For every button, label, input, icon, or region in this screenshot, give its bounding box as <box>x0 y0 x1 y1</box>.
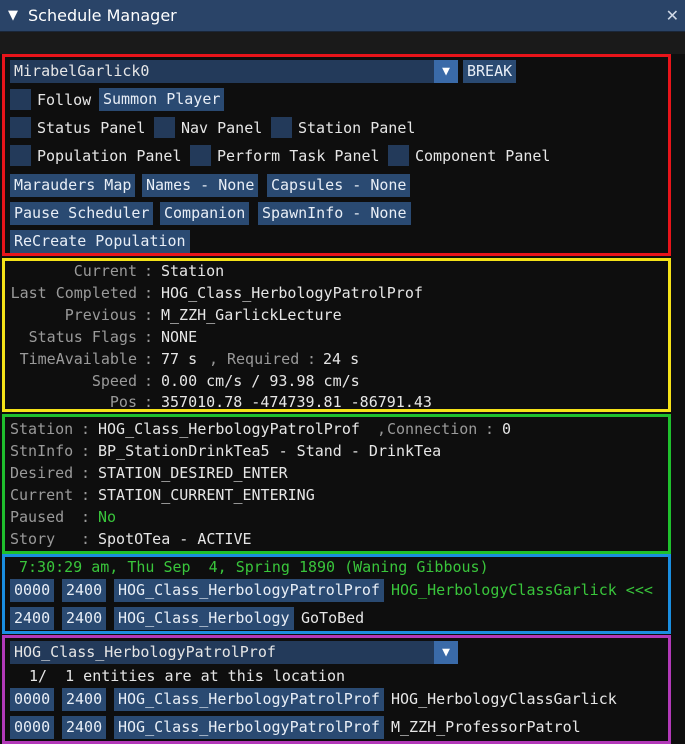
schedule-station-button[interactable]: HOG_Class_Herbology <box>114 607 294 630</box>
schedule-start-button[interactable]: 2400 <box>10 607 55 630</box>
collapse-arrow-icon[interactable]: ▼ <box>8 8 22 23</box>
paused-label: Paused <box>10 508 65 526</box>
location-end-button[interactable]: 2400 <box>62 716 107 739</box>
break-button[interactable]: BREAK <box>463 60 517 83</box>
component-panel-label: Component Panel <box>415 147 551 165</box>
status-label: Pos <box>109 393 137 411</box>
time-available-value: 77 s <box>161 350 198 368</box>
status-value: 0.00 cm/s / 93.98 cm/s <box>161 372 360 390</box>
names-button[interactable]: Names - None <box>142 174 259 197</box>
summon-player-button[interactable]: Summon Player <box>99 88 225 111</box>
status-label: Speed <box>91 372 137 390</box>
desired-value: STATION_DESIRED_ENTER <box>98 464 288 482</box>
datetime-text: 7:30:29 am, Thu Sep 4, Spring 1890 (Wani… <box>19 558 489 576</box>
location-select-value: HOG_Class_HerbologyPatrolProf <box>14 643 276 661</box>
capsules-button[interactable]: Capsules - None <box>267 174 411 197</box>
status-value: HOG_Class_HerbologyPatrolProf <box>161 284 423 302</box>
menu-strip <box>0 32 685 54</box>
schedule-start-button[interactable]: 0000 <box>10 579 55 602</box>
station-panel-label: Station Panel <box>298 119 416 137</box>
location-end-button[interactable]: 2400 <box>62 688 107 711</box>
current-label: Current <box>10 486 74 504</box>
chevron-down-icon[interactable]: ▼ <box>434 60 458 83</box>
stninfo-label: StnInfo <box>10 442 74 460</box>
required-label: Required <box>227 350 300 368</box>
schedule-section: 7:30:29 am, Thu Sep 4, Spring 1890 (Wani… <box>2 554 671 634</box>
story-label: Story <box>10 530 56 548</box>
location-station-button[interactable]: HOG_Class_HerbologyPatrolProf <box>114 716 384 739</box>
perform-task-panel-checkbox[interactable] <box>190 145 211 166</box>
nav-panel-label: Nav Panel <box>181 119 263 137</box>
location-start-button[interactable]: 0000 <box>10 688 55 711</box>
status-label: TimeAvailable <box>19 350 137 368</box>
status-label: Previous <box>64 306 137 324</box>
chevron-down-icon[interactable]: ▼ <box>434 641 458 664</box>
status-label: Status Flags <box>28 328 137 346</box>
spawninfo-button[interactable]: SpawnInfo - None <box>258 202 411 225</box>
current-value: STATION_CURRENT_ENTERING <box>98 486 315 504</box>
status-value: NONE <box>161 328 198 346</box>
status-value: Station <box>161 262 225 280</box>
schedule-end-button[interactable]: 2400 <box>62 607 107 630</box>
component-panel-checkbox[interactable] <box>388 145 409 166</box>
location-section: HOG_Class_HerbologyPatrolProf ▼ 1/ 1 ent… <box>2 635 671 744</box>
status-label: Current <box>73 262 137 280</box>
character-select-value: MirabelGarlick0 <box>14 62 150 80</box>
status-value: M_ZZH_GarlickLecture <box>161 306 342 324</box>
population-panel-checkbox[interactable] <box>10 145 31 166</box>
status-panel-checkbox[interactable] <box>10 117 31 138</box>
status-panel-label: Status Panel <box>37 119 146 137</box>
pause-scheduler-button[interactable]: Pause Scheduler <box>10 202 154 225</box>
connection-value: 0 <box>502 420 512 438</box>
window-title: Schedule Manager <box>28 6 177 25</box>
perform-task-panel-label: Perform Task Panel <box>217 147 380 165</box>
status-label: Last Completed <box>10 284 137 302</box>
location-task: HOG_HerbologyClassGarlick <box>391 690 617 708</box>
station-panel-checkbox[interactable] <box>271 117 292 138</box>
status-section: Current : Station Last Completed : HOG_C… <box>2 258 671 412</box>
location-select[interactable]: HOG_Class_HerbologyPatrolProf ▼ <box>10 641 458 664</box>
station-value: HOG_Class_HerbologyPatrolProf <box>98 420 360 438</box>
schedule-station-button[interactable]: HOG_Class_HerbologyPatrolProf <box>114 579 384 602</box>
schedule-end-button[interactable]: 2400 <box>62 579 107 602</box>
companion-button[interactable]: Companion <box>160 202 250 225</box>
stninfo-value: BP_StationDrinkTea5 - Stand - DrinkTea <box>98 442 442 460</box>
follow-label: Follow <box>37 91 92 109</box>
location-station-button[interactable]: HOG_Class_HerbologyPatrolProf <box>114 688 384 711</box>
station-label: Station <box>10 420 74 438</box>
population-panel-label: Population Panel <box>37 147 182 165</box>
connection-label: Connection <box>387 420 478 438</box>
follow-checkbox[interactable] <box>10 89 31 110</box>
location-task: M_ZZH_ProfessorPatrol <box>391 718 581 736</box>
location-start-button[interactable]: 0000 <box>10 716 55 739</box>
controls-section: MirabelGarlick0 ▼ BREAK Follow Summon Pl… <box>2 54 671 256</box>
status-value: 357010.78 -474739.81 -86791.43 <box>161 393 432 411</box>
desired-label: Desired <box>10 464 74 482</box>
required-value: 24 s <box>323 350 360 368</box>
schedule-task-active: HOG_HerbologyClassGarlick <<< <box>391 581 653 599</box>
recreate-population-button[interactable]: ReCreate Population <box>10 230 190 253</box>
schedule-task: GoToBed <box>301 609 365 627</box>
marauders-map-button[interactable]: Marauders Map <box>10 174 136 197</box>
close-icon[interactable]: ✕ <box>666 6 679 25</box>
station-section: Station : HOG_Class_HerbologyPatrolProf … <box>2 414 671 554</box>
entity-count-text: 1/ 1 entities are at this location <box>29 667 346 685</box>
paused-value: No <box>98 508 117 526</box>
character-select[interactable]: MirabelGarlick0 ▼ <box>10 60 458 83</box>
story-value: SpotOTea - ACTIVE <box>98 530 252 548</box>
window-titlebar[interactable]: ▼ Schedule Manager ✕ <box>0 0 685 32</box>
nav-panel-checkbox[interactable] <box>154 117 175 138</box>
